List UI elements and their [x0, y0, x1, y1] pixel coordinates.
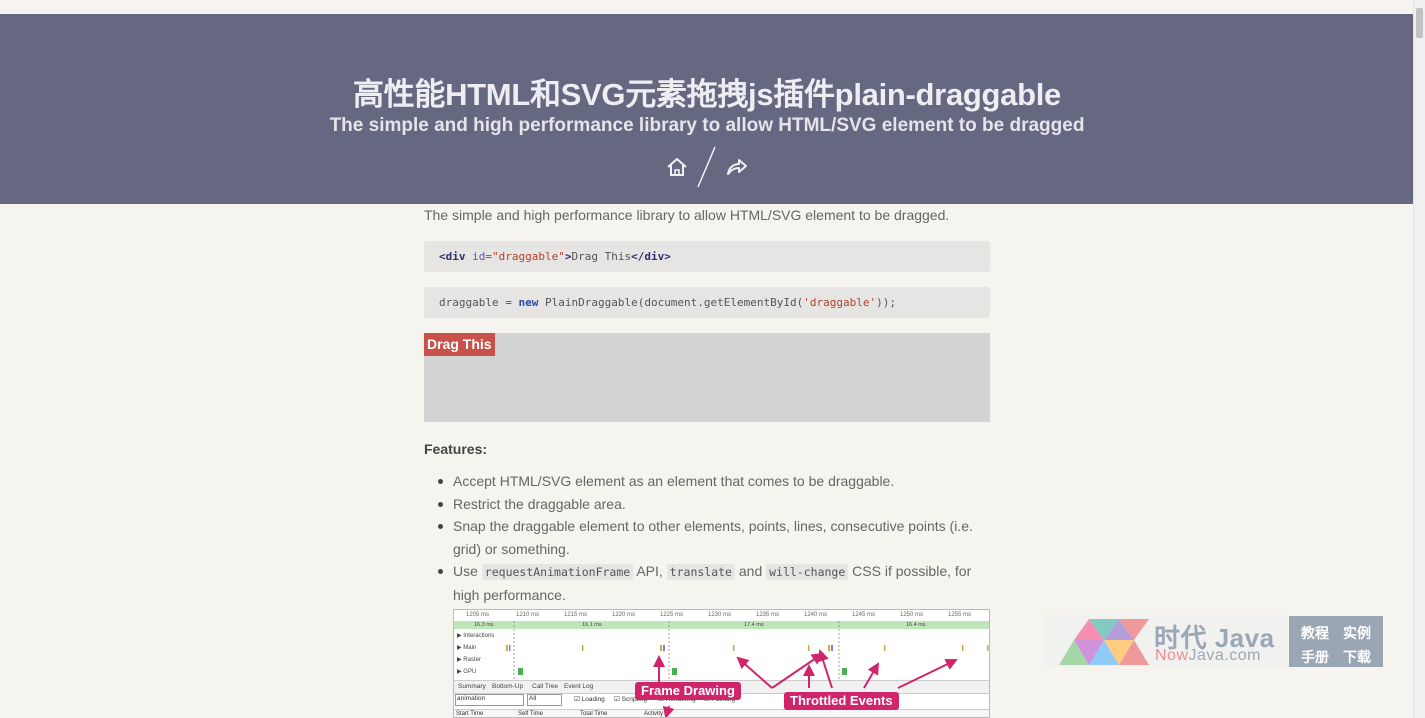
inline-code: requestAnimationFrame [481, 564, 634, 580]
code-token: draggable = [439, 296, 519, 309]
code-token: id= [465, 250, 492, 263]
watermark-link-tutorial[interactable]: 教程 [1301, 623, 1329, 643]
home-icon[interactable] [666, 156, 688, 178]
html-code-block: <div id="draggable">Drag This</div> [424, 241, 990, 272]
page-title: 高性能HTML和SVG元素拖拽js插件plain-draggable [352, 77, 1061, 112]
watermark-link-manual[interactable]: 手册 [1301, 647, 1329, 667]
watermark-link-download[interactable]: 下载 [1343, 647, 1371, 667]
inline-code: will-change [766, 564, 849, 580]
page-scrollbar[interactable] [1413, 0, 1425, 718]
hero-icon-bar [0, 144, 1414, 190]
drag-demo-area: Drag This [424, 333, 990, 422]
share-icon[interactable] [726, 157, 748, 177]
feature-text: API, [633, 563, 667, 579]
features-list: Accept HTML/SVG element as an element th… [424, 470, 990, 606]
code-token: 'draggable' [803, 296, 877, 309]
watermark-link-examples[interactable]: 实例 [1343, 623, 1371, 643]
triangle-logo-icon [1059, 619, 1149, 665]
code-token: <div [439, 250, 466, 263]
page-subtitle: The simple and high performance library … [329, 115, 1085, 136]
watermark-logo-area: 时代 Java NowJava.com [1043, 615, 1288, 667]
performance-timeline-image: 1205 ms 1210 ms 1215 ms 1220 ms 1225 ms … [453, 609, 990, 718]
watermark-domain: NowJava.com [1155, 647, 1261, 665]
annotation-arrows [653, 649, 958, 717]
throttled-events-badge: Throttled Events [784, 692, 899, 710]
draggable-element[interactable]: Drag This [424, 333, 495, 356]
frame-drawing-badge: Frame Drawing [635, 682, 741, 700]
top-strip [0, 0, 1414, 14]
watermark-links: 教程 实例 手册 下载 [1289, 616, 1383, 667]
intro-text: The simple and high performance library … [424, 207, 950, 223]
feature-text: and [734, 563, 767, 579]
code-token: new [518, 296, 539, 309]
code-token: Drag This [571, 250, 632, 263]
scrollbar-thumb[interactable] [1416, 8, 1423, 38]
list-item: Restrict the draggable area. [438, 493, 990, 516]
domain-part: Now [1155, 647, 1189, 664]
hero-banner: 高性能HTML和SVG元素拖拽js插件plain-draggable The s… [0, 14, 1414, 204]
divider-slash [697, 146, 716, 188]
inline-code: translate [666, 564, 735, 580]
js-code-block: draggable = new PlainDraggable(document.… [424, 287, 990, 318]
code-token: )); [876, 296, 896, 309]
feature-text: Use [453, 563, 482, 579]
site-watermark: 时代 Java NowJava.com 教程 实例 手册 下载 [1043, 615, 1383, 667]
list-item: Accept HTML/SVG element as an element th… [438, 470, 990, 493]
features-heading: Features: [424, 441, 488, 457]
list-item: Snap the draggable element to other elem… [438, 515, 990, 560]
code-token: "draggable" [492, 250, 565, 263]
domain-part: Java.com [1188, 647, 1261, 664]
code-token: PlainDraggable(document.getElementById( [538, 296, 804, 309]
list-item: Use requestAnimationFrame API, translate… [438, 560, 990, 606]
code-token: </div> [631, 250, 671, 263]
